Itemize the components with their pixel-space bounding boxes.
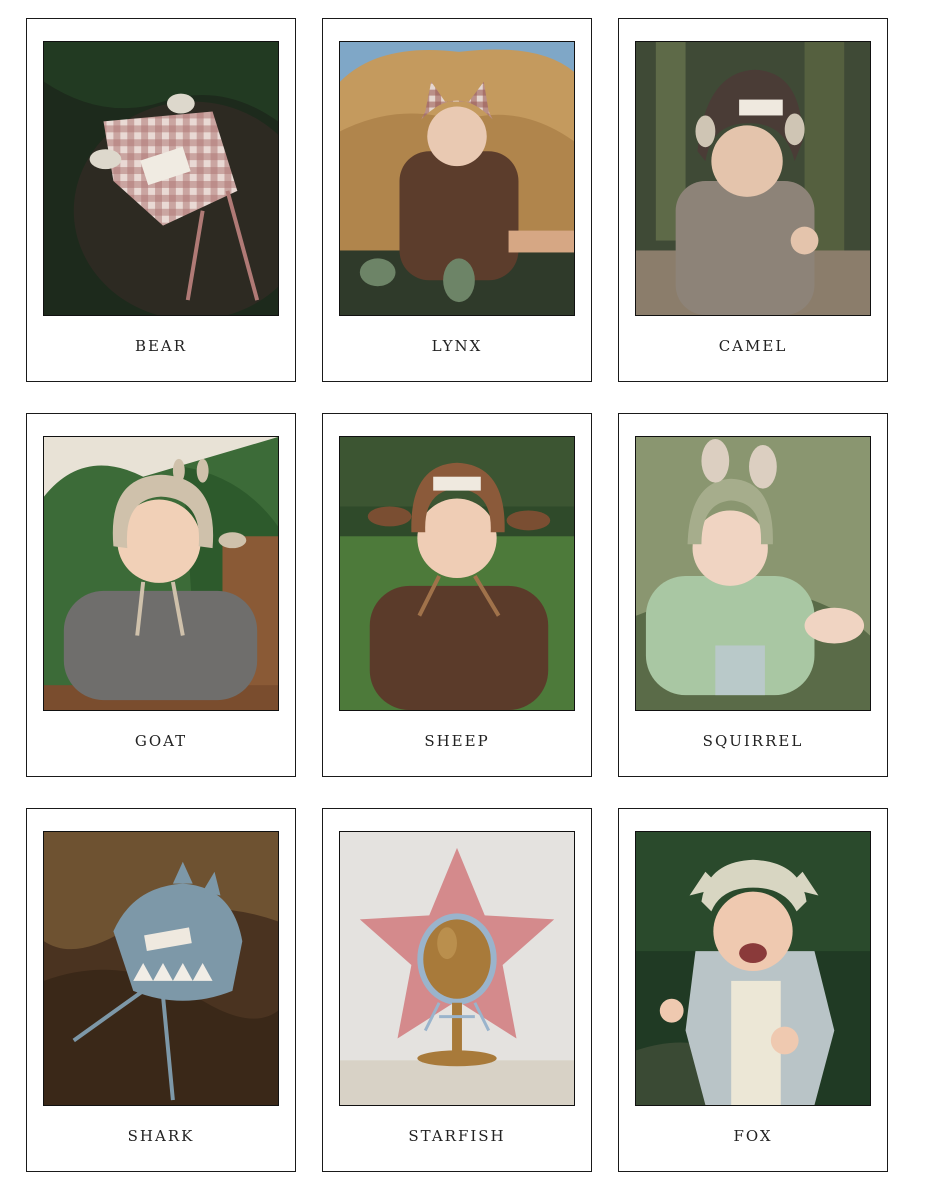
product-name: CAMEL bbox=[718, 337, 788, 355]
camel-bonnet-photo bbox=[636, 42, 870, 315]
product-name: SQUIRREL bbox=[702, 732, 804, 750]
product-card-fox[interactable]: FOX bbox=[618, 808, 888, 1172]
product-photo-fox[interactable] bbox=[635, 831, 871, 1106]
product-photo-shark[interactable] bbox=[43, 831, 279, 1106]
product-name: BEAR bbox=[134, 337, 188, 355]
product-card-lynx[interactable]: LYNX bbox=[322, 18, 592, 382]
product-photo-goat[interactable] bbox=[43, 436, 279, 711]
starfish-bonnet-photo bbox=[340, 832, 574, 1105]
product-photo-starfish[interactable] bbox=[339, 831, 575, 1106]
product-card-goat[interactable]: GOAT bbox=[26, 413, 296, 777]
product-photo-sheep[interactable] bbox=[339, 436, 575, 711]
product-card-camel[interactable]: CAMEL bbox=[618, 18, 888, 382]
sheep-bonnet-photo bbox=[340, 437, 574, 710]
shark-bonnet-photo bbox=[44, 832, 278, 1105]
product-card-bear[interactable]: BEAR bbox=[26, 18, 296, 382]
product-photo-bear[interactable] bbox=[43, 41, 279, 316]
product-name: SHEEP bbox=[424, 732, 490, 750]
product-name: FOX bbox=[733, 1127, 773, 1145]
product-photo-camel[interactable] bbox=[635, 41, 871, 316]
product-name: GOAT bbox=[134, 732, 188, 750]
product-card-starfish[interactable]: STARFISH bbox=[322, 808, 592, 1172]
lynx-bonnet-photo bbox=[340, 42, 574, 315]
squirrel-bonnet-photo bbox=[636, 437, 870, 710]
product-name: LYNX bbox=[431, 337, 483, 355]
fox-bonnet-photo bbox=[636, 832, 870, 1105]
product-card-squirrel[interactable]: SQUIRREL bbox=[618, 413, 888, 777]
product-card-sheep[interactable]: SHEEP bbox=[322, 413, 592, 777]
product-photo-squirrel[interactable] bbox=[635, 436, 871, 711]
product-name: STARFISH bbox=[408, 1127, 506, 1145]
bear-bonnet-photo bbox=[44, 42, 278, 315]
goat-bonnet-photo bbox=[44, 437, 278, 710]
product-card-shark[interactable]: SHARK bbox=[26, 808, 296, 1172]
product-photo-lynx[interactable] bbox=[339, 41, 575, 316]
product-name: SHARK bbox=[127, 1127, 195, 1145]
